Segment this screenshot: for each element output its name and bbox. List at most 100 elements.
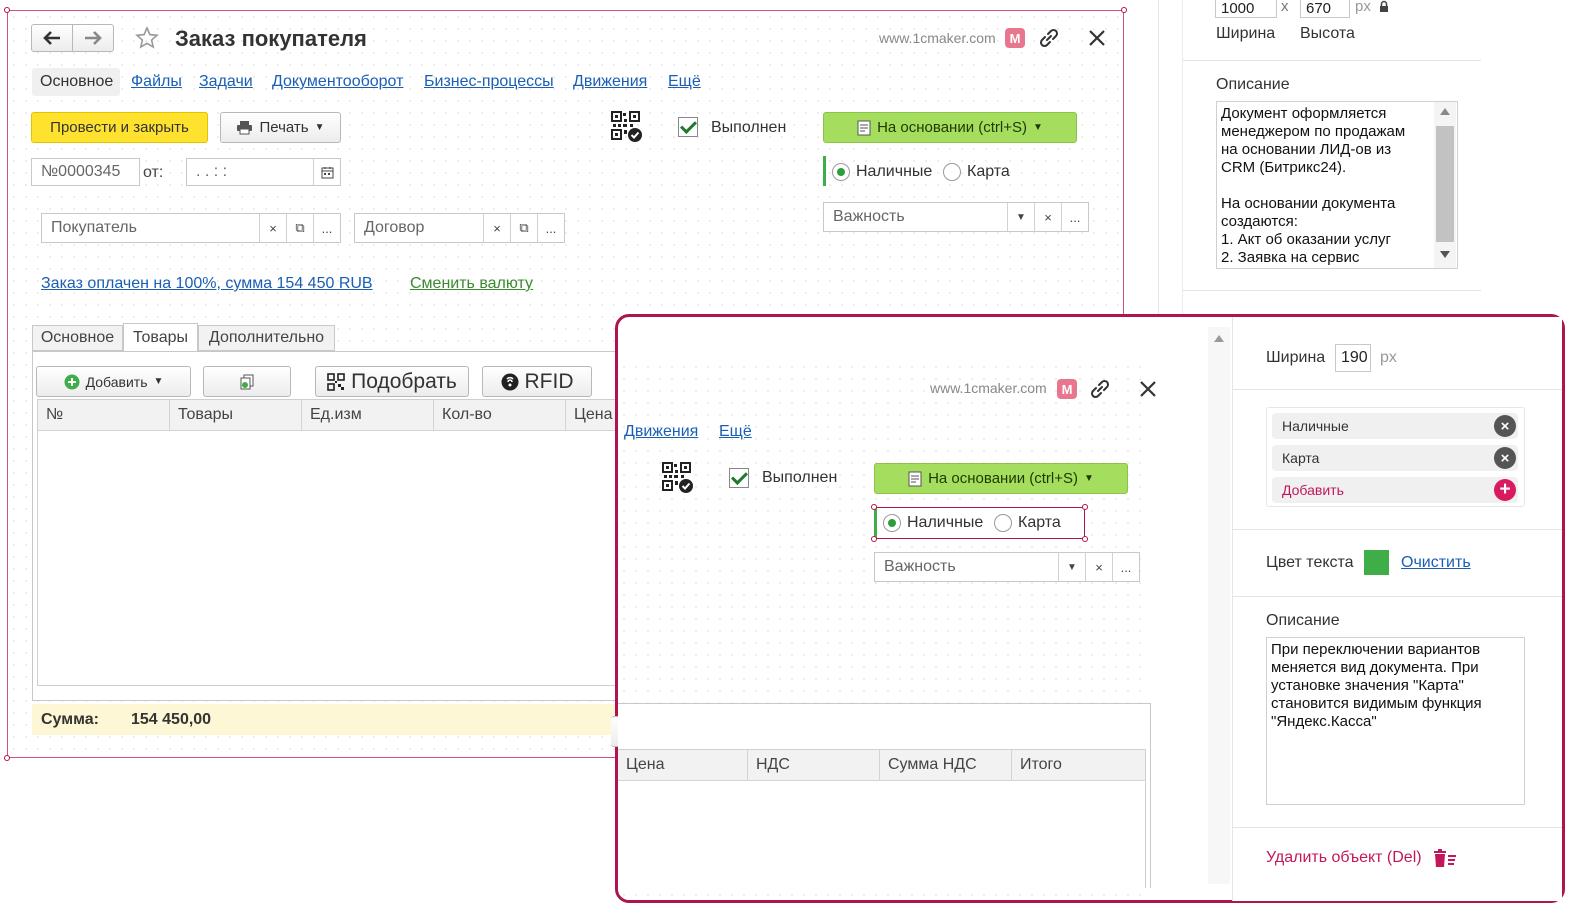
zoom-col-price[interactable]: Цена bbox=[618, 750, 748, 780]
clear-icon[interactable]: × bbox=[259, 214, 286, 242]
tab-files[interactable]: Файлы bbox=[131, 73, 182, 91]
zoom-col-vat[interactable]: НДС bbox=[748, 750, 880, 780]
based-on-label: На основании (ctrl+S) bbox=[877, 119, 1027, 136]
zoom-width-input[interactable]: 190 bbox=[1335, 344, 1371, 372]
pick-button[interactable]: Подобрать bbox=[315, 366, 469, 397]
lock-icon[interactable] bbox=[1379, 0, 1389, 13]
chevron-down-icon[interactable]: ▼ bbox=[1007, 203, 1034, 231]
more-button[interactable]: ... bbox=[1061, 203, 1088, 231]
description-scrollbar[interactable] bbox=[1434, 102, 1456, 268]
form-description-textarea[interactable]: Документ оформляется менеджером по прода… bbox=[1216, 101, 1458, 269]
subtab-main[interactable]: Основное bbox=[32, 325, 123, 351]
scroll-down-icon[interactable] bbox=[1440, 251, 1450, 258]
tab-docflow[interactable]: Документооборот bbox=[272, 73, 403, 91]
zoom-col-total[interactable]: Итого bbox=[1012, 750, 1145, 780]
clear-icon[interactable]: × bbox=[1085, 553, 1112, 581]
col-qty[interactable]: Кол-во bbox=[434, 400, 566, 430]
selection-handle-br[interactable] bbox=[1082, 536, 1088, 542]
main-form-handle-tl[interactable] bbox=[4, 7, 10, 13]
zoom-tab-more[interactable]: Ещё bbox=[719, 423, 752, 441]
payment-cash-radio[interactable] bbox=[832, 163, 850, 181]
add-option-item[interactable]: Добавить + bbox=[1272, 477, 1518, 503]
copy-row-button[interactable] bbox=[203, 366, 291, 397]
buyer-field[interactable]: Покупатель × ⧉ ... bbox=[41, 213, 341, 243]
trash-icon[interactable] bbox=[1433, 848, 1457, 868]
star-icon[interactable] bbox=[135, 26, 159, 50]
tab-main[interactable]: Основное bbox=[40, 73, 113, 91]
qr-code-icon[interactable] bbox=[611, 111, 643, 143]
selection-handle-tr[interactable] bbox=[1082, 504, 1088, 510]
subtab-additional[interactable]: Дополнительно bbox=[198, 325, 335, 351]
add-row-label: Добавить bbox=[85, 373, 148, 390]
main-form-handle-tr[interactable] bbox=[1121, 7, 1127, 13]
col-goods[interactable]: Товары bbox=[170, 400, 302, 430]
selection-handle-tl[interactable] bbox=[871, 504, 877, 510]
zoom-tab-movements[interactable]: Движения bbox=[624, 423, 698, 441]
forward-button[interactable] bbox=[72, 24, 114, 52]
main-form-handle-bl[interactable] bbox=[4, 755, 10, 761]
done-checkbox[interactable] bbox=[678, 117, 698, 137]
scroll-up-icon[interactable] bbox=[1214, 335, 1224, 342]
importance-field[interactable]: Важность ▼ × ... bbox=[823, 202, 1089, 232]
clear-icon[interactable]: × bbox=[1034, 203, 1061, 231]
link-icon[interactable] bbox=[1089, 378, 1111, 400]
zoom-form-scrollbar[interactable] bbox=[1208, 327, 1230, 884]
change-currency-link[interactable]: Сменить валюту bbox=[410, 275, 533, 293]
col-price[interactable]: Цена bbox=[566, 400, 616, 430]
zoom-payment-card-radio[interactable] bbox=[994, 514, 1012, 532]
print-button[interactable]: Печать ▼ bbox=[220, 112, 341, 143]
close-icon[interactable] bbox=[1088, 29, 1106, 47]
calendar-icon[interactable] bbox=[313, 159, 340, 185]
back-button[interactable] bbox=[31, 24, 73, 52]
rfid-button[interactable]: RFID bbox=[482, 366, 592, 397]
more-button[interactable]: ... bbox=[1112, 553, 1139, 581]
link-icon[interactable] bbox=[1038, 27, 1060, 49]
form-height-input[interactable]: 670 bbox=[1300, 0, 1350, 18]
scroll-up-icon[interactable] bbox=[1440, 108, 1450, 115]
zoom-based-on-button[interactable]: На основании (ctrl+S) ▼ bbox=[874, 463, 1128, 494]
col-number[interactable]: № bbox=[38, 400, 170, 430]
zoom-done-checkbox[interactable] bbox=[729, 468, 749, 488]
form-width-input[interactable]: 1000 bbox=[1215, 0, 1277, 18]
payment-card-radio[interactable] bbox=[943, 163, 961, 181]
contract-field[interactable]: Договор × ⧉ ... bbox=[354, 213, 565, 243]
qr-code-icon[interactable] bbox=[662, 462, 694, 494]
col-unit[interactable]: Ед.изм bbox=[302, 400, 434, 430]
remove-option-icon[interactable]: × bbox=[1494, 447, 1516, 469]
zoom-site-label: www.1cmaker.com bbox=[930, 380, 1047, 396]
post-and-close-button[interactable]: Провести и закрыть bbox=[31, 112, 208, 143]
copy-icon[interactable]: ⧉ bbox=[510, 214, 537, 242]
zoom-importance-field[interactable]: Важность ▼ × ... bbox=[874, 552, 1140, 582]
plus-circle-icon[interactable]: + bbox=[1494, 479, 1516, 501]
copy-icon[interactable]: ⧉ bbox=[286, 214, 313, 242]
tab-business-processes[interactable]: Бизнес-процессы bbox=[424, 73, 554, 91]
selection-handle-bl[interactable] bbox=[871, 536, 877, 542]
close-icon[interactable] bbox=[1139, 380, 1157, 398]
date-field[interactable]: . . : : bbox=[186, 158, 341, 186]
zoom-description-textarea[interactable]: При переключении вариантов меняется вид … bbox=[1266, 637, 1525, 805]
goods-table-header: № Товары Ед.изм Кол-во Цена bbox=[38, 400, 616, 431]
text-color-swatch[interactable] bbox=[1364, 550, 1389, 575]
tab-tasks[interactable]: Задачи bbox=[199, 73, 253, 91]
clear-color-link[interactable]: Очистить bbox=[1401, 554, 1471, 572]
based-on-button[interactable]: На основании (ctrl+S) ▼ bbox=[823, 112, 1077, 143]
paid-status-link[interactable]: Заказ оплачен на 100%, сумма 154 450 RUB bbox=[41, 275, 373, 293]
option-item-cash[interactable]: Наличные × bbox=[1272, 413, 1518, 439]
tab-movements[interactable]: Движения bbox=[573, 73, 647, 91]
tab-more[interactable]: Ещё bbox=[668, 73, 701, 91]
subtab-goods[interactable]: Товары bbox=[123, 323, 198, 352]
more-button[interactable]: ... bbox=[313, 214, 340, 242]
post-and-close-label: Провести и закрыть bbox=[50, 119, 189, 136]
more-button[interactable]: ... bbox=[537, 214, 564, 242]
chevron-down-icon: ▼ bbox=[153, 376, 164, 387]
add-row-button[interactable]: Добавить ▼ bbox=[36, 366, 191, 397]
option-item-card[interactable]: Карта × bbox=[1272, 445, 1518, 471]
zoom-col-vat-sum[interactable]: Сумма НДС bbox=[880, 750, 1012, 780]
remove-option-icon[interactable]: × bbox=[1494, 415, 1516, 437]
zoom-payment-cash-radio[interactable] bbox=[883, 514, 901, 532]
chevron-down-icon[interactable]: ▼ bbox=[1058, 553, 1085, 581]
clear-icon[interactable]: × bbox=[483, 214, 510, 242]
number-field[interactable]: №0000345 bbox=[31, 158, 140, 186]
scrollbar-thumb[interactable] bbox=[1436, 126, 1454, 242]
delete-object-label[interactable]: Удалить объект (Del) bbox=[1266, 849, 1422, 867]
